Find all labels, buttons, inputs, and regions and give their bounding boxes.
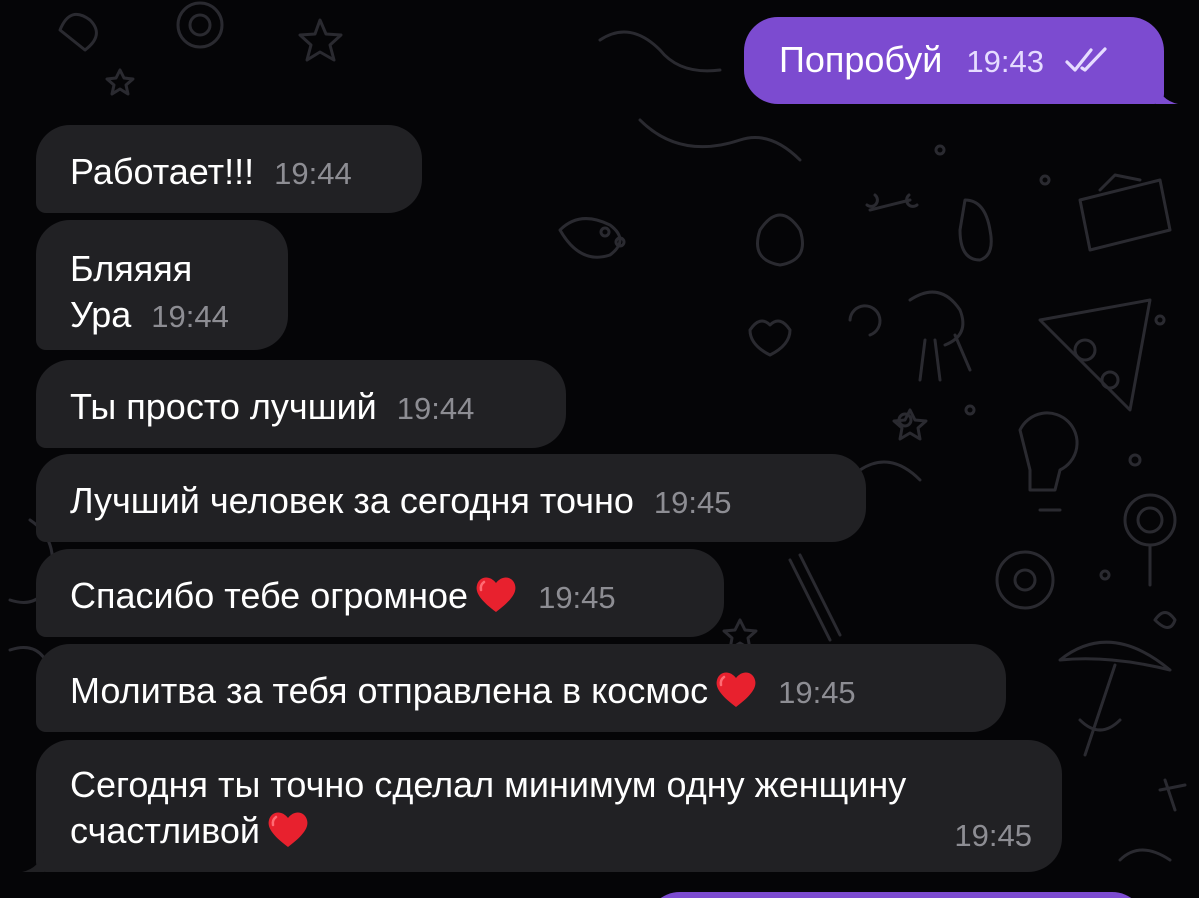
bubble-tail bbox=[22, 850, 44, 872]
heart-icon bbox=[476, 577, 516, 612]
message-text: Работает!!! bbox=[70, 151, 255, 192]
message-time: 19:44 bbox=[274, 156, 352, 191]
message-bubble-incoming[interactable]: Молитва за тебя отправлена в космос 19:4… bbox=[36, 644, 1006, 732]
message-text: Ты просто лучший bbox=[70, 386, 377, 427]
message-text: Лучший человек за сегодня точно bbox=[70, 480, 634, 521]
message-bubble-outgoing-partial[interactable] bbox=[646, 892, 1146, 898]
message-text-line: Бляяяя bbox=[70, 248, 193, 289]
message-text-line: Сегодня ты точно сделал минимум одну жен… bbox=[70, 764, 907, 805]
message-time: 19:45 bbox=[778, 675, 856, 710]
message-time: 19:45 bbox=[538, 580, 616, 615]
message-text-line: счастливой bbox=[70, 810, 261, 851]
message-bubble-incoming[interactable]: Ты просто лучший 19:44 bbox=[36, 360, 566, 448]
message-time: 19:44 bbox=[151, 299, 229, 334]
message-bubble-incoming[interactable]: Лучший человек за сегодня точно 19:45 bbox=[36, 454, 866, 542]
message-bubble-incoming[interactable]: Работает!!! 19:44 bbox=[36, 125, 422, 213]
bubble-tail bbox=[1156, 82, 1178, 104]
heart-icon bbox=[716, 672, 756, 707]
message-bubble-incoming[interactable]: Сегодня ты точно сделал минимум одну жен… bbox=[22, 740, 1062, 872]
message-text: Попробуй bbox=[779, 39, 943, 80]
message-text: Молитва за тебя отправлена в космос bbox=[70, 670, 709, 711]
double-check-icon bbox=[1065, 47, 1107, 72]
message-bubble-incoming[interactable]: Спасибо тебе огромное 19:45 bbox=[36, 549, 724, 637]
message-text-line: Ура bbox=[70, 294, 132, 335]
message-time: 19:45 bbox=[653, 485, 732, 520]
heart-icon bbox=[268, 812, 308, 847]
message-bubble-outgoing[interactable]: Попробуй 19:43 bbox=[744, 17, 1178, 104]
message-text: Спасибо тебе огромное bbox=[70, 575, 469, 616]
chat-message-list[interactable]: Попробуй 19:43 Работает!!! 19:44 Бляяяя Ур… bbox=[0, 0, 1199, 898]
message-bubble-incoming[interactable]: Бляяяя Ура 19:44 bbox=[36, 220, 288, 350]
message-time: 19:43 bbox=[966, 44, 1044, 79]
message-time: 19:44 bbox=[396, 391, 475, 426]
message-time: 19:45 bbox=[954, 818, 1032, 853]
